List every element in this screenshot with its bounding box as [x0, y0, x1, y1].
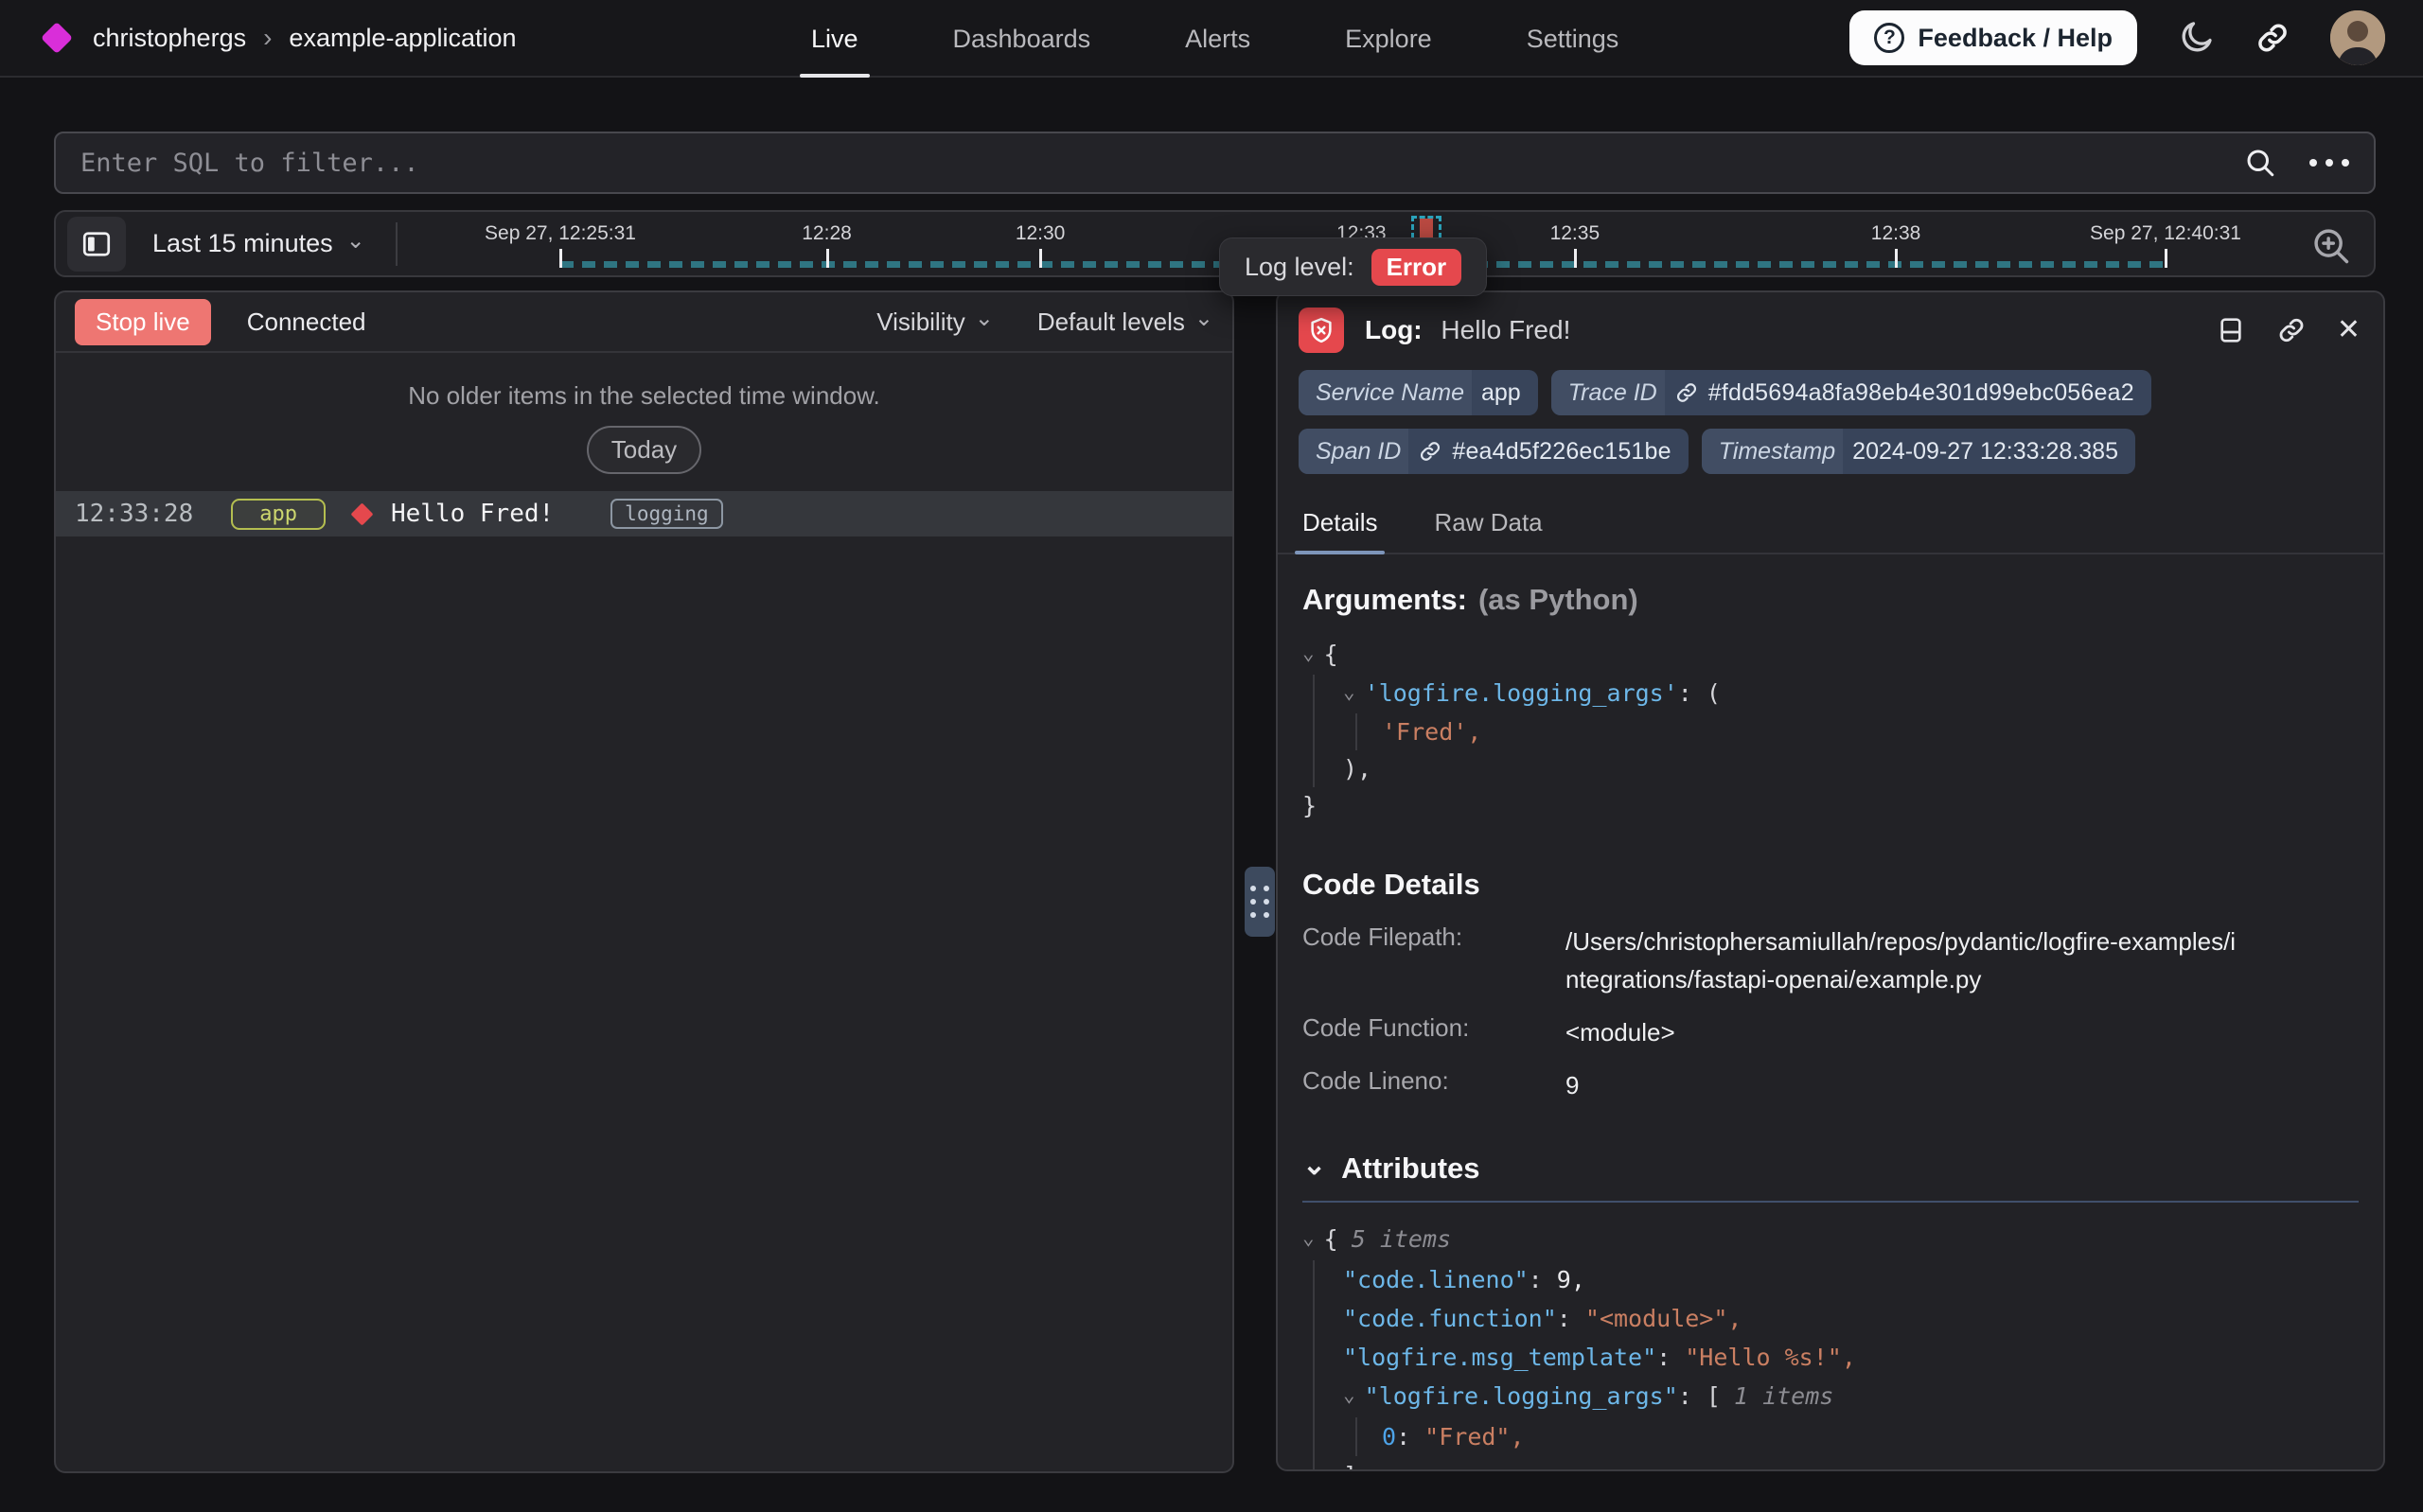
arguments-code-block: ⌄{ ⌄'logfire.logging_args': ( 'Fred', ),…: [1302, 636, 2359, 824]
detail-tabs: Details Raw Data: [1278, 497, 2383, 554]
chevron-down-icon: ⌄: [975, 308, 994, 330]
code-details-heading: Code Details: [1302, 868, 2359, 902]
live-panel-header: Stop live Connected Visibility ⌄ Default…: [56, 292, 1232, 353]
log-row[interactable]: 12:33:28 app Hello Fred! logging: [56, 491, 1232, 536]
zoom-in-icon: [2309, 224, 2353, 268]
service-badge[interactable]: app: [231, 499, 326, 530]
chevron-down-icon: ⌄: [346, 230, 365, 253]
attributes-heading[interactable]: ⌄ Attributes: [1302, 1152, 2359, 1186]
service-name-badge: Service Name app: [1299, 370, 1538, 415]
trace-id-badge[interactable]: Trace ID #fdd5694a8fa98eb4e301d99ebc056e…: [1551, 370, 2151, 415]
logging-tag-badge[interactable]: logging: [610, 499, 723, 529]
sidebar-toggle-icon: [80, 227, 114, 261]
tab-raw-data[interactable]: Raw Data: [1430, 497, 1546, 553]
sql-filter-input[interactable]: [80, 149, 2243, 178]
feedback-help-button[interactable]: ? Feedback / Help: [1849, 10, 2137, 65]
log-details-panel: Log: Hello Fred! ✕ Service Name app Trac…: [1276, 290, 2385, 1471]
breadcrumb-project[interactable]: example-application: [289, 24, 516, 53]
top-navbar: christophergs › example-application Live…: [0, 0, 2423, 78]
tab-settings[interactable]: Settings: [1523, 0, 1623, 78]
tab-alerts[interactable]: Alerts: [1181, 0, 1254, 78]
help-icon: ?: [1874, 23, 1904, 53]
code-filepath-label: Code Filepath:: [1302, 923, 1565, 998]
collapse-chevron-icon[interactable]: ⌄: [1343, 674, 1355, 711]
collapse-chevron-icon[interactable]: ⌄: [1343, 1376, 1355, 1415]
zoom-in-button[interactable]: [2309, 224, 2353, 268]
share-link-icon: [2255, 20, 2290, 56]
timeline-divider: [396, 222, 398, 266]
sidebar-toggle-button[interactable]: [67, 217, 126, 272]
close-icon[interactable]: ✕: [2337, 316, 2361, 344]
link-icon: [1418, 439, 1442, 464]
log-level-tooltip: Log level: Error: [1219, 237, 1487, 296]
today-button[interactable]: Today: [587, 426, 701, 474]
stop-live-button[interactable]: Stop live: [75, 299, 211, 345]
error-diamond-icon: [350, 502, 373, 525]
tab-explore[interactable]: Explore: [1341, 0, 1436, 78]
theme-toggle-button[interactable]: [2177, 19, 2215, 57]
timeline-bar: Last 15 minutes ⌄ Sep 27, 12:25:31 12:28…: [54, 210, 2376, 277]
connection-status: Connected: [247, 308, 366, 337]
tab-live[interactable]: Live: [807, 0, 862, 78]
tab-details[interactable]: Details: [1299, 497, 1381, 553]
timestamp-badge: Timestamp 2024-09-27 12:33:28.385: [1702, 429, 2135, 474]
chevron-down-icon: ⌄: [1194, 308, 1213, 330]
empty-window-message: No older items in the selected time wind…: [56, 381, 1232, 411]
sql-filter-bar: [54, 132, 2376, 194]
code-lineno-label: Code Lineno:: [1302, 1066, 1565, 1104]
search-icon[interactable]: [2243, 146, 2277, 180]
live-logs-panel: Stop live Connected Visibility ⌄ Default…: [54, 290, 1234, 1473]
log-meta-badges: Service Name app Trace ID #fdd5694a8fa98…: [1278, 366, 2186, 474]
time-range-label: Last 15 minutes: [152, 229, 333, 258]
logfire-logo-icon[interactable]: [41, 22, 73, 54]
chevron-down-icon: ⌄: [1302, 1149, 1326, 1182]
code-filepath-value: /Users/christophersamiullah/repos/pydant…: [1565, 923, 2237, 998]
share-link-button[interactable]: [2255, 20, 2290, 56]
error-shield-icon: [1299, 308, 1344, 353]
default-levels-dropdown[interactable]: Default levels ⌄: [1037, 308, 1213, 337]
breadcrumb-org[interactable]: christophergs: [93, 24, 246, 53]
log-message: Hello Fred!: [391, 500, 554, 528]
attributes-divider: [1302, 1201, 2359, 1203]
more-options-icon[interactable]: [2309, 159, 2349, 167]
dock-panel-icon[interactable]: [2216, 315, 2246, 345]
tab-dashboards[interactable]: Dashboards: [949, 0, 1095, 78]
panel-resize-handle[interactable]: [1245, 867, 1275, 937]
log-timestamp: 12:33:28: [75, 500, 193, 528]
primary-nav-tabs: Live Dashboards Alerts Explore Settings: [807, 0, 1622, 78]
error-level-badge: Error: [1371, 249, 1462, 286]
copy-link-icon[interactable]: [2276, 315, 2307, 345]
detail-panel-header: Log: Hello Fred! ✕: [1278, 292, 2383, 366]
time-range-selector[interactable]: Last 15 minutes ⌄: [152, 229, 365, 258]
detail-title: Log: Hello Fred!: [1365, 315, 1570, 345]
code-function-value: <module>: [1565, 1013, 2237, 1051]
code-function-label: Code Function:: [1302, 1013, 1565, 1051]
breadcrumb: christophergs › example-application: [93, 23, 517, 53]
code-lineno-value: 9: [1565, 1066, 2237, 1104]
attributes-json-tree: ⌄{5 items "code.lineno": 9, "code.functi…: [1302, 1220, 2359, 1471]
visibility-dropdown[interactable]: Visibility ⌄: [876, 308, 994, 337]
breadcrumb-separator-icon: ›: [263, 23, 272, 53]
tooltip-label: Log level:: [1245, 253, 1354, 282]
collapse-chevron-icon[interactable]: ⌄: [1302, 635, 1315, 672]
feedback-help-label: Feedback / Help: [1918, 24, 2113, 53]
moon-icon: [2177, 19, 2215, 57]
link-icon: [1674, 380, 1699, 405]
arguments-heading: Arguments:(as Python): [1302, 583, 2359, 617]
span-id-badge[interactable]: Span ID #ea4d5f226ec151be: [1299, 429, 1689, 474]
collapse-chevron-icon[interactable]: ⌄: [1302, 1219, 1315, 1257]
user-avatar[interactable]: [2330, 10, 2385, 65]
